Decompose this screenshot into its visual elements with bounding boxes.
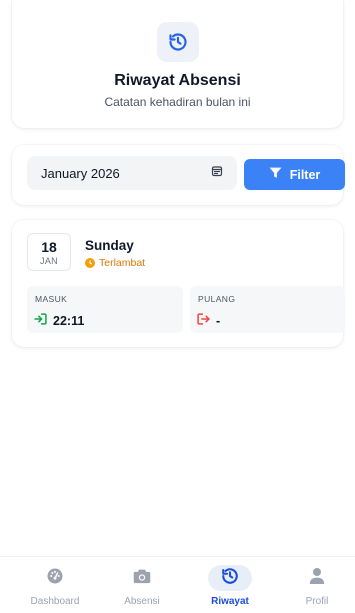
header-card: Riwayat Absensi Catatan kehadiran bulan … (12, 0, 343, 128)
calendar-icon[interactable] (211, 164, 223, 182)
check-in-box: MASUK 22:11 (27, 286, 183, 333)
check-out-time: - (216, 314, 221, 328)
user-icon (309, 567, 325, 590)
filter-card: January 2026 Filter (12, 145, 345, 205)
page-subtitle: Catatan kehadiran bulan ini (104, 95, 251, 109)
attendance-record-card: 18 JAN Sunday Terlambat MASUK 22:11 PULA… (12, 220, 345, 347)
nav-item-profil[interactable]: Profil (282, 557, 352, 613)
sign-in-icon (34, 312, 47, 330)
date-day: 18 (41, 239, 57, 255)
filter-button[interactable]: Filter (244, 159, 345, 190)
nav-label-profil: Profil (305, 596, 329, 607)
weekday-name: Sunday (85, 238, 134, 253)
clock-icon (85, 258, 95, 268)
status-text: Terlambat (99, 257, 146, 269)
speedometer-icon (46, 567, 64, 590)
history-icon (156, 22, 199, 62)
nav-label-dashboard: Dashboard (30, 596, 80, 607)
status-badge: Terlambat (85, 257, 145, 269)
sign-out-icon (197, 312, 210, 330)
filter-button-label: Filter (289, 167, 321, 182)
month-picker-field[interactable]: January 2026 (27, 156, 237, 190)
camera-icon (133, 568, 151, 589)
nav-label-riwayat: Riwayat (211, 596, 249, 607)
check-out-label: PULANG (198, 294, 236, 304)
check-out-box: PULANG - (190, 286, 345, 333)
date-month: JAN (40, 256, 58, 266)
nav-item-absensi[interactable]: Absensi (107, 557, 177, 613)
check-in-time: 22:11 (53, 314, 85, 328)
history-icon (221, 567, 239, 590)
date-badge: 18 JAN (27, 233, 71, 271)
nav-item-riwayat[interactable]: Riwayat (195, 557, 265, 613)
funnel-icon (269, 167, 282, 182)
bottom-navigation: Dashboard Absensi Riwayat Profil (0, 556, 355, 613)
nav-item-dashboard[interactable]: Dashboard (20, 557, 90, 613)
page-title: Riwayat Absensi (114, 72, 241, 89)
check-in-label: MASUK (35, 294, 68, 304)
month-value: January 2026 (41, 165, 120, 181)
nav-label-absensi: Absensi (124, 596, 160, 607)
